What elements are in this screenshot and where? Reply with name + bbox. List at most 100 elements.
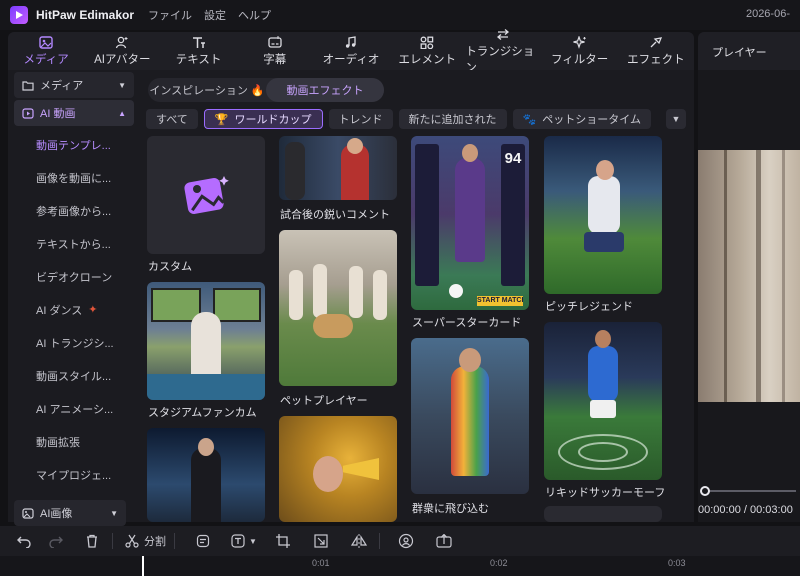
ai-avatar-icon	[114, 35, 130, 49]
sidebar-item-video-clone[interactable]: ビデオクローン	[8, 260, 140, 293]
template-label-superstar-card: スーパースターカード	[412, 317, 522, 329]
tab-video-effects[interactable]: 動画エフェクト	[266, 78, 384, 102]
template-label-pitch-legend: ピッチレジェンド	[545, 301, 633, 313]
mirror-button[interactable]	[347, 526, 371, 556]
player-scrubber-handle[interactable]	[700, 486, 710, 496]
split-label: 分割	[144, 536, 166, 548]
divider	[378, 533, 380, 549]
edit-toolbar: 分割 ▼	[0, 526, 800, 556]
filter-world-cup[interactable]: 🏆 ワールドカップ	[203, 109, 323, 129]
tool-effect-label: エフェクト	[627, 54, 685, 66]
tool-ai-avatar[interactable]: AIアバター	[84, 32, 160, 70]
dog-shape	[313, 314, 353, 338]
filter-pet-show[interactable]: 🐾 ペットショータイム	[512, 109, 651, 129]
template-card-liquid-soccer-morph[interactable]	[544, 322, 662, 480]
player-scrubber[interactable]	[706, 490, 796, 492]
template-card-stadium-fancam[interactable]	[147, 282, 265, 400]
undo-icon	[17, 536, 31, 548]
filter-trend[interactable]: トレンド	[328, 109, 393, 129]
tool-element[interactable]: エレメント	[389, 32, 465, 70]
template-card-custom[interactable]	[147, 136, 265, 254]
sidebar-item-video-template[interactable]: 動画テンプレ...	[8, 128, 140, 161]
redo-button[interactable]	[44, 526, 68, 556]
resize-button[interactable]	[309, 526, 333, 556]
template-card-pitch-legend[interactable]	[544, 136, 662, 294]
delete-button[interactable]	[80, 526, 104, 556]
crop-button[interactable]	[271, 526, 295, 556]
tab-inspiration[interactable]: インスピレーション 🔥	[148, 78, 266, 102]
sidebar: メディア ▼ AI 動画 ▲ 動画テンプレ... 画像を動画に... 参考画像か…	[8, 70, 140, 526]
crop-icon	[275, 534, 290, 548]
sidebar-ai-image[interactable]: AI画像 ▼	[14, 500, 126, 526]
tool-media[interactable]: メディア	[8, 32, 84, 70]
text-style-button[interactable]: ▼	[231, 526, 257, 556]
sidebar-ai-video[interactable]: AI 動画 ▲	[14, 100, 134, 126]
tool-transition[interactable]: トランジション	[465, 28, 541, 74]
tool-subtitle[interactable]: 字幕	[237, 32, 313, 70]
chevron-down-icon: ▼	[110, 508, 118, 518]
resize-icon	[314, 534, 328, 548]
preview-tree-trunk	[756, 150, 761, 402]
title-date: 2026-06-	[745, 8, 790, 20]
player-shape	[451, 366, 489, 476]
face-button[interactable]	[394, 526, 418, 556]
split-button[interactable]: 分割	[125, 526, 166, 556]
sidebar-media-label: メディア	[40, 80, 84, 92]
undo-button[interactable]	[12, 526, 36, 556]
tool-text[interactable]: テキスト	[160, 32, 236, 70]
text-icon	[191, 35, 207, 49]
filter-new[interactable]: 新たに追加された	[398, 109, 507, 129]
effect-icon	[648, 35, 664, 49]
face-shape	[596, 160, 614, 180]
player-shape	[455, 158, 485, 262]
menu-help[interactable]: ヘルプ	[238, 7, 271, 23]
shorts-shape	[584, 232, 624, 252]
template-card-crowd-dive[interactable]	[411, 338, 529, 494]
template-card-fan-horn[interactable]	[279, 416, 397, 522]
rating-number: 94	[504, 150, 522, 167]
sidebar-item-ai-animation[interactable]: AI アニメーシ...	[8, 392, 140, 425]
export-icon	[436, 534, 452, 548]
sidebar-item-ai-transition[interactable]: AI トランジシ...	[8, 326, 140, 359]
template-card-superstar-card[interactable]: 94 START MATCH	[411, 136, 529, 310]
template-card-night-stadium[interactable]	[147, 428, 265, 522]
sidebar-item-image-to-video[interactable]: 画像を動画に...	[8, 161, 140, 194]
tool-effect[interactable]: エフェクト	[618, 32, 694, 70]
sidebar-item-video-expand[interactable]: 動画拡張	[8, 425, 140, 458]
tool-media-label: メディア	[23, 54, 69, 66]
transition-icon	[495, 28, 511, 41]
sidebar-item-ai-dance[interactable]: AI ダンス ✦	[8, 293, 140, 326]
main-toolbar: メディア AIアバター テキスト 字幕 オーディオ エレメント トランジション …	[8, 28, 694, 74]
template-label-stadium-fancam: スタジアムファンカム	[148, 407, 257, 419]
template-card-pet-player[interactable]	[279, 230, 397, 386]
template-label-post-match-comment: 試合後の鋭いコメント	[280, 209, 390, 221]
chevron-down-icon[interactable]: ▼	[666, 109, 686, 129]
subtitle-edit-button[interactable]	[191, 526, 215, 556]
menu-file[interactable]: ファイル	[148, 7, 192, 23]
player-shape	[313, 264, 327, 318]
timeline-ruler[interactable]: 0:01 0:02 0:03	[0, 556, 800, 576]
face-detect-icon	[398, 533, 414, 549]
template-card-post-match-comment[interactable]	[279, 136, 397, 200]
template-card-next[interactable]	[544, 506, 662, 522]
shorts-shape	[590, 400, 616, 418]
sidebar-item-text-to-video[interactable]: テキストから...	[8, 227, 140, 260]
video-preview[interactable]	[698, 150, 800, 402]
template-label-pet-player: ペットプレイヤー	[280, 395, 368, 407]
filter-icon	[572, 35, 588, 49]
start-match-badge: START MATCH	[477, 296, 523, 306]
tool-audio[interactable]: オーディオ	[313, 32, 389, 70]
menu-settings[interactable]: 設定	[204, 7, 226, 23]
template-label-liquid-soccer-morph: リキッドサッカーモーフ	[545, 487, 666, 499]
sidebar-item-video-style[interactable]: 動画スタイル...	[8, 359, 140, 392]
sidebar-item-my-projects[interactable]: マイプロジェ...	[8, 458, 140, 491]
folder-icon	[22, 80, 34, 91]
export-frame-button[interactable]	[432, 526, 456, 556]
filter-all[interactable]: すべて	[146, 109, 198, 129]
timeline-playhead[interactable]	[142, 556, 144, 576]
player-shape	[588, 346, 618, 402]
sidebar-ai-video-label: AI 動画	[40, 108, 76, 120]
sidebar-item-reference-image[interactable]: 参考画像から...	[8, 194, 140, 227]
sidebar-media[interactable]: メディア ▼	[14, 72, 134, 98]
tool-filter[interactable]: フィルター	[542, 32, 618, 70]
